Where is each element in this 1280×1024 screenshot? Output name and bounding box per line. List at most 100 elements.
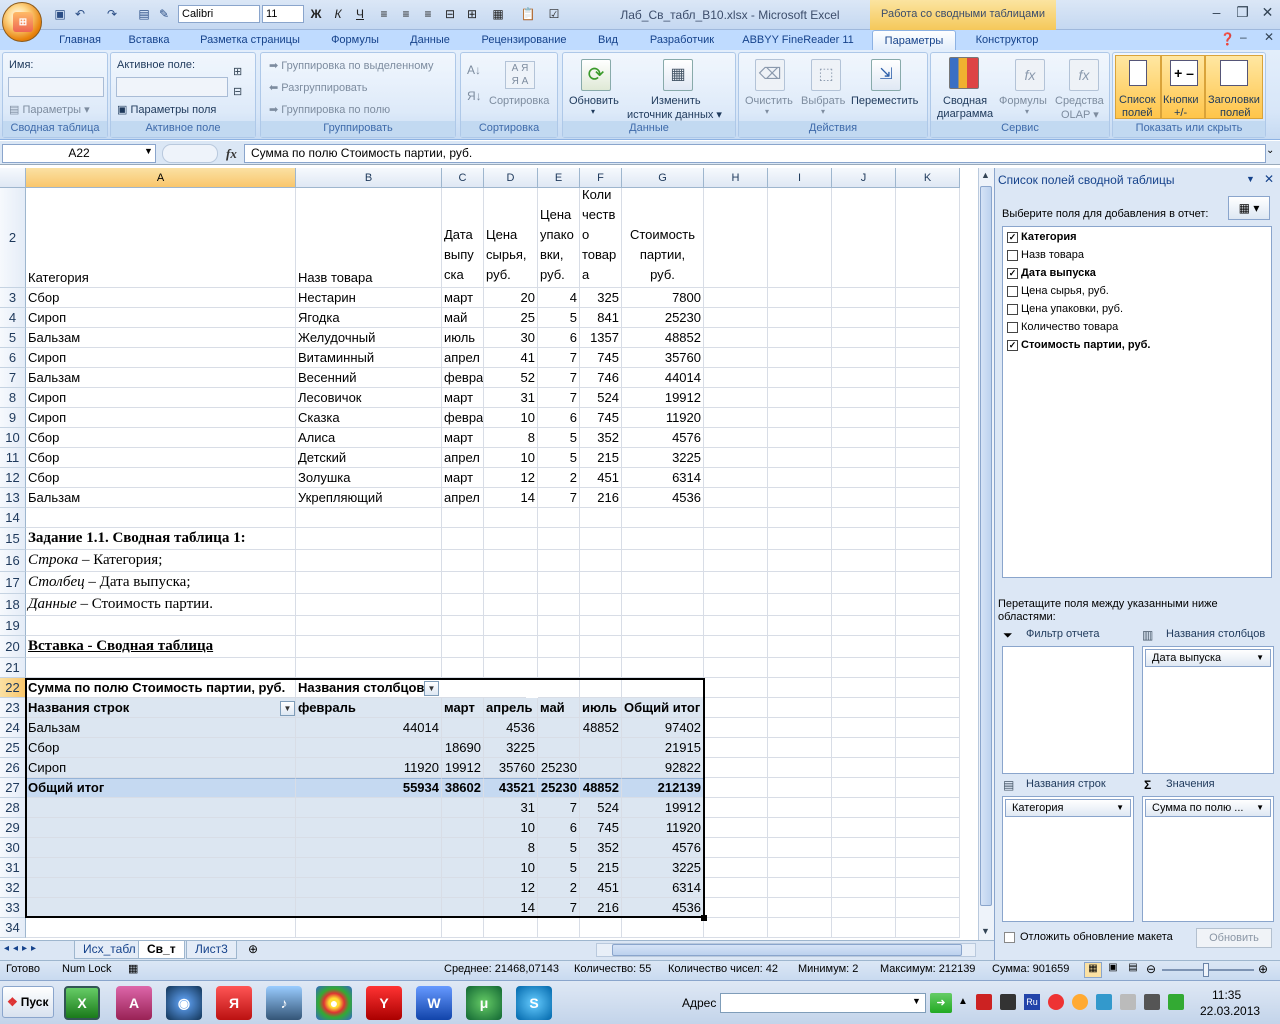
data-cell[interactable]: Сбор bbox=[26, 288, 296, 308]
pivot-column-labels[interactable]: Названия столбцов bbox=[296, 678, 526, 698]
row-header[interactable]: 15 bbox=[0, 528, 26, 550]
cell[interactable] bbox=[26, 616, 296, 636]
row-header[interactable]: 33 bbox=[0, 898, 26, 918]
cell[interactable] bbox=[768, 778, 832, 798]
cell[interactable] bbox=[832, 328, 896, 348]
task-line[interactable]: Строка – Категория; bbox=[26, 550, 296, 572]
data-cell[interactable]: 10 bbox=[484, 858, 538, 878]
taskbar-chrome-icon[interactable]: ● bbox=[316, 986, 352, 1020]
cell[interactable] bbox=[296, 528, 442, 550]
change-source-label-2[interactable]: источник данных ▾ bbox=[627, 108, 722, 121]
data-cell[interactable]: Алиса bbox=[296, 428, 442, 448]
data-cell[interactable]: Бальзам bbox=[26, 488, 296, 508]
cell[interactable] bbox=[832, 678, 896, 698]
data-cell[interactable]: 8 bbox=[484, 838, 538, 858]
pivot-chart-label-1[interactable]: Сводная bbox=[943, 95, 987, 107]
column-header-a[interactable]: A bbox=[26, 168, 296, 188]
cell[interactable] bbox=[538, 594, 580, 616]
data-cell[interactable]: май bbox=[442, 308, 484, 328]
tray-opera-icon[interactable] bbox=[1048, 994, 1064, 1010]
page-layout-view-icon[interactable]: ▣ bbox=[1104, 962, 1122, 978]
field-list-button[interactable]: Список полей bbox=[1115, 55, 1161, 119]
cell[interactable] bbox=[896, 428, 960, 448]
row-header[interactable]: 32 bbox=[0, 878, 26, 898]
data-cell[interactable]: 215 bbox=[580, 858, 622, 878]
field-item[interactable]: Цена упаковки, руб. bbox=[1007, 303, 1123, 315]
pane-menu-icon[interactable]: ▼ bbox=[1246, 174, 1255, 184]
tab-insert[interactable]: Вставка bbox=[118, 30, 180, 50]
data-cell[interactable]: 10 bbox=[484, 408, 538, 428]
cell[interactable] bbox=[296, 636, 442, 658]
row-header[interactable]: 18 bbox=[0, 594, 26, 616]
cell[interactable] bbox=[442, 550, 484, 572]
cell[interactable] bbox=[832, 368, 896, 388]
group-by-field-button[interactable]: ➡ Группировка по полю bbox=[269, 103, 390, 116]
cell[interactable] bbox=[442, 818, 484, 838]
cell[interactable] bbox=[26, 918, 296, 938]
pivot-header-cell[interactable]: Названия строк bbox=[26, 698, 296, 718]
fill-handle[interactable] bbox=[701, 915, 707, 921]
cell[interactable] bbox=[832, 718, 896, 738]
cell[interactable] bbox=[832, 758, 896, 778]
pivot-grand-total[interactable]: 25230 bbox=[538, 778, 580, 798]
pivot-grand-total[interactable]: 55934 bbox=[296, 778, 442, 798]
cell[interactable] bbox=[296, 572, 442, 594]
row-header[interactable]: 2 bbox=[0, 188, 26, 288]
cell[interactable] bbox=[768, 798, 832, 818]
cell[interactable] bbox=[704, 188, 768, 288]
cell[interactable] bbox=[832, 488, 896, 508]
cell[interactable] bbox=[768, 658, 832, 678]
border-icon[interactable]: ⊞ bbox=[462, 6, 482, 23]
change-source-icon[interactable]: ▦ bbox=[663, 59, 693, 91]
data-cell[interactable]: 31 bbox=[484, 388, 538, 408]
olap-label-2[interactable]: OLAP ▾ bbox=[1061, 108, 1099, 121]
row-header[interactable]: 30 bbox=[0, 838, 26, 858]
collapse-field-icon[interactable]: ⊟ bbox=[233, 85, 242, 98]
cell[interactable] bbox=[622, 508, 704, 528]
data-cell[interactable]: Сбор bbox=[26, 428, 296, 448]
data-cell[interactable]: 6314 bbox=[622, 878, 704, 898]
data-cell[interactable]: Сироп bbox=[26, 308, 296, 328]
cell[interactable] bbox=[768, 388, 832, 408]
cell[interactable] bbox=[896, 448, 960, 468]
taskbar-browser-icon[interactable]: ◉ bbox=[166, 986, 202, 1020]
cell[interactable] bbox=[704, 594, 768, 616]
taskbar-yandex-icon[interactable]: Я bbox=[216, 986, 252, 1020]
data-cell[interactable]: Сироп bbox=[26, 388, 296, 408]
data-cell[interactable]: 48852 bbox=[622, 328, 704, 348]
cell[interactable] bbox=[622, 658, 704, 678]
cell[interactable] bbox=[768, 448, 832, 468]
data-cell[interactable]: Лесовичок bbox=[296, 388, 442, 408]
cell[interactable] bbox=[768, 718, 832, 738]
data-cell[interactable]: 4576 bbox=[622, 428, 704, 448]
cell[interactable] bbox=[768, 328, 832, 348]
cell[interactable] bbox=[832, 388, 896, 408]
data-cell[interactable]: 451 bbox=[580, 468, 622, 488]
cell[interactable] bbox=[896, 508, 960, 528]
cell[interactable] bbox=[832, 616, 896, 636]
data-cell[interactable]: 215 bbox=[580, 448, 622, 468]
data-cell[interactable]: 216 bbox=[580, 488, 622, 508]
cell[interactable] bbox=[768, 698, 832, 718]
cell[interactable] bbox=[832, 348, 896, 368]
data-cell[interactable]: 4 bbox=[538, 288, 580, 308]
columns-area-item[interactable]: Дата выпуска ▼ bbox=[1145, 649, 1271, 667]
row-header[interactable]: 3 bbox=[0, 288, 26, 308]
field-checkbox[interactable] bbox=[1007, 285, 1018, 297]
sheet-tab-pivot[interactable]: Св_т bbox=[138, 941, 185, 959]
pivot-name-input[interactable] bbox=[8, 77, 104, 97]
data-cell[interactable]: Ягодка bbox=[296, 308, 442, 328]
cell[interactable] bbox=[622, 678, 704, 698]
pivot-header-cell[interactable]: май bbox=[538, 698, 580, 718]
column-header-b[interactable]: B bbox=[296, 168, 442, 188]
taskbar-word-icon[interactable]: W bbox=[416, 986, 452, 1020]
data-cell[interactable]: 451 bbox=[580, 878, 622, 898]
data-cell[interactable]: 2 bbox=[538, 468, 580, 488]
cell[interactable] bbox=[296, 878, 442, 898]
save-icon[interactable]: ▣ bbox=[52, 6, 68, 22]
pivot-chart-label-2[interactable]: диаграмма bbox=[937, 108, 993, 120]
row-header[interactable]: 13 bbox=[0, 488, 26, 508]
sheet-tab-source[interactable]: Исх_табл bbox=[74, 941, 145, 959]
field-checkbox[interactable] bbox=[1007, 321, 1018, 333]
cell[interactable] bbox=[442, 636, 484, 658]
